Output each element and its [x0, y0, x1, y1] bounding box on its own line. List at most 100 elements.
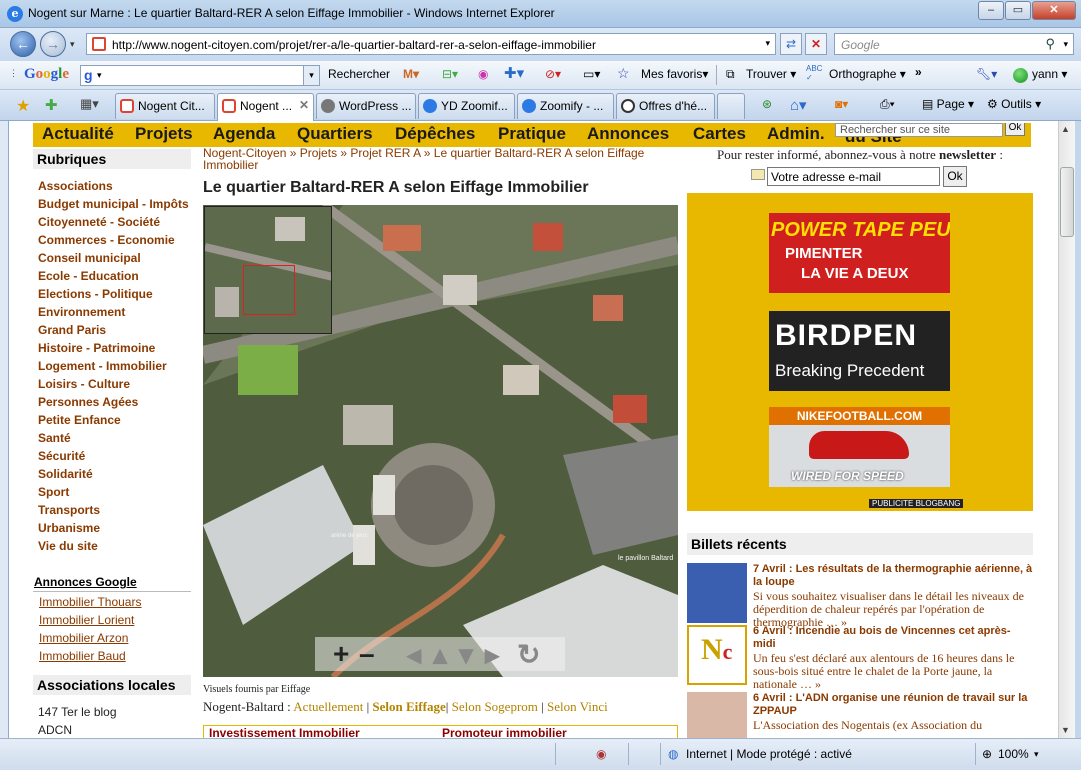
- star-icon[interactable]: ☆: [617, 65, 630, 82]
- site-search-ok-button[interactable]: Ok: [1005, 123, 1025, 136]
- history-dropdown-icon[interactable]: ▾: [70, 39, 75, 50]
- tab-wordpress[interactable]: WordPress ...: [316, 93, 416, 119]
- pan-left-icon[interactable]: ◂: [407, 638, 421, 671]
- print-icon[interactable]: ⎙▾: [880, 97, 895, 112]
- link-selon-vinci[interactable]: Selon Vinci: [547, 699, 608, 714]
- new-tab-button[interactable]: [717, 93, 745, 119]
- popup-blocker-icon[interactable]: ⊘▾: [545, 67, 561, 81]
- tab-offres[interactable]: Offres d'hé...: [616, 93, 715, 119]
- nav-cartes[interactable]: Cartes: [693, 124, 746, 144]
- favorites-star-icon[interactable]: ★: [16, 96, 30, 116]
- spelling-button[interactable]: Orthographe ▾: [829, 67, 906, 81]
- nav-admin[interactable]: Admin.: [767, 124, 825, 144]
- user-menu[interactable]: yann ▾: [1032, 67, 1067, 81]
- search-icon[interactable]: ⚲: [1045, 36, 1055, 52]
- rubrique-link[interactable]: Budget municipal - Impôts: [38, 197, 189, 211]
- maximize-button[interactable]: ▭: [1005, 1, 1031, 20]
- pan-right-icon[interactable]: ▸: [485, 638, 499, 671]
- nav-quartiers[interactable]: Quartiers: [297, 124, 373, 144]
- rss-icon[interactable]: ◙▾: [835, 97, 848, 111]
- nav-agenda[interactable]: Agenda: [213, 124, 275, 144]
- scroll-thumb[interactable]: [1060, 167, 1074, 237]
- zoom-level[interactable]: 100%: [998, 747, 1029, 761]
- refresh-icon[interactable]: ⇄: [780, 33, 802, 55]
- billet-headline[interactable]: 6 Avril : L'ADN organise une réunion de …: [753, 692, 1033, 718]
- rubrique-link[interactable]: Petite Enfance: [38, 413, 121, 427]
- ad-link-investissement[interactable]: Investissement Immobilier: [209, 726, 360, 738]
- home-icon[interactable]: ⌂▾: [790, 96, 807, 114]
- site-search-input[interactable]: Rechercher sur ce site: [835, 123, 1003, 137]
- pan-down-icon[interactable]: ▾: [459, 638, 473, 671]
- assoc-link[interactable]: ADCN: [38, 723, 72, 737]
- zoom-out-icon[interactable]: –: [359, 638, 375, 670]
- bookmark-icon[interactable]: ⊟▾: [442, 67, 458, 81]
- gmail-icon[interactable]: M▾: [403, 67, 419, 81]
- assoc-link[interactable]: 147 Ter le blog: [38, 705, 117, 719]
- rubrique-link[interactable]: Elections - Politique: [38, 287, 153, 301]
- find-button[interactable]: Trouver ▾: [746, 67, 796, 81]
- zoom-icon[interactable]: ⊕: [982, 747, 992, 761]
- rubrique-link[interactable]: Personnes Agées: [38, 395, 138, 409]
- minimize-button[interactable]: –: [978, 1, 1004, 20]
- rubrique-link[interactable]: Sécurité: [38, 449, 85, 463]
- aerial-map-viewer[interactable]: le pavillon Baltard arène de jeux + – ◂ …: [203, 205, 678, 677]
- rubrique-link[interactable]: Conseil municipal: [38, 251, 141, 265]
- close-tab-icon[interactable]: ✕: [299, 98, 309, 112]
- annonce-link[interactable]: Immobilier Arzon: [39, 631, 128, 645]
- more-chevron[interactable]: »: [915, 65, 922, 79]
- reset-view-icon[interactable]: ↻: [517, 638, 540, 671]
- add-icon[interactable]: ✚▾: [504, 64, 524, 82]
- nav-pratique[interactable]: Pratique: [498, 124, 566, 144]
- tab-zoomify[interactable]: Zoomify - ...: [517, 93, 614, 119]
- privacy-icon[interactable]: ◉: [596, 747, 606, 761]
- ad-link-promoteur[interactable]: Promoteur immobilier: [442, 726, 567, 738]
- input-dropdown-icon[interactable]: ▾: [97, 70, 102, 81]
- zoom-dropdown-icon[interactable]: ▾: [1034, 749, 1039, 760]
- billet-headline[interactable]: 6 Avril : Incendie au bois de Vincennes …: [753, 625, 1033, 651]
- rubrique-link[interactable]: Grand Paris: [38, 323, 106, 337]
- add-favorites-icon[interactable]: ✚: [45, 96, 58, 114]
- rubrique-link[interactable]: Loisirs - Culture: [38, 377, 130, 391]
- rubrique-link[interactable]: Santé: [38, 431, 71, 445]
- annonce-link[interactable]: Immobilier Lorient: [39, 613, 134, 627]
- minimap-viewport[interactable]: [243, 265, 295, 315]
- nav-annonces[interactable]: Annonces: [587, 124, 669, 144]
- pan-up-icon[interactable]: ▴: [433, 638, 447, 671]
- rubrique-link[interactable]: Commerces - Economie: [38, 233, 175, 247]
- link-selon-eiffage[interactable]: Selon Eiffage: [372, 699, 445, 714]
- rubrique-link[interactable]: Sport: [38, 485, 69, 499]
- fill-icon[interactable]: ▭▾: [583, 67, 600, 81]
- google-history-dropdown[interactable]: ▾: [303, 66, 319, 85]
- back-button[interactable]: ←: [10, 31, 36, 57]
- annonce-link[interactable]: Immobilier Thouars: [39, 595, 141, 609]
- ad-birdpen[interactable]: BIRDPEN Breaking Precedent: [769, 311, 950, 391]
- annonces-google-heading[interactable]: Annonces Google: [33, 575, 191, 592]
- search-dropdown-icon[interactable]: ▾: [1063, 39, 1068, 50]
- zoom-in-icon[interactable]: +: [333, 638, 349, 670]
- rubrique-link[interactable]: Histoire - Patrimoine: [38, 341, 155, 355]
- ad-power-tape[interactable]: POWER TAPE PEUT PIMENTER LA VIE A DEUX: [769, 213, 950, 293]
- rubrique-link[interactable]: Urbanisme: [38, 521, 100, 535]
- stop-icon[interactable]: ✕: [805, 33, 827, 55]
- rubrique-link[interactable]: Transports: [38, 503, 100, 517]
- nav-projets[interactable]: Projets: [135, 124, 193, 144]
- close-window-button[interactable]: ✕: [1032, 1, 1076, 20]
- rubrique-link[interactable]: Citoyenneté - Société: [38, 215, 160, 229]
- feeds-icon[interactable]: ⊛: [762, 97, 772, 111]
- scroll-down-icon[interactable]: ▼: [1061, 725, 1070, 735]
- tab-ydzoomify[interactable]: YD Zoomif...: [418, 93, 515, 119]
- quick-tabs-icon[interactable]: ▦▾: [80, 96, 99, 112]
- tab-nogent-citoyen[interactable]: Nogent Cit...: [115, 93, 215, 119]
- nav-actualite[interactable]: Actualité: [42, 124, 114, 144]
- rubrique-link[interactable]: Logement - Immobilier: [38, 359, 167, 373]
- vertical-scrollbar[interactable]: ▲ ▼: [1058, 121, 1075, 738]
- overview-minimap[interactable]: [204, 206, 332, 334]
- rubrique-link[interactable]: Associations: [38, 179, 113, 193]
- rubrique-link[interactable]: Ecole - Education: [38, 269, 139, 283]
- link-selon-sogeprom[interactable]: Selon Sogeprom: [452, 699, 538, 714]
- google-search-button[interactable]: Rechercher: [328, 67, 390, 81]
- picasa-icon[interactable]: ◉: [478, 67, 488, 81]
- rubrique-link[interactable]: Environnement: [38, 305, 125, 319]
- page-menu[interactable]: ▤ Page ▾: [922, 97, 974, 111]
- link-actuellement[interactable]: Actuellement: [293, 699, 363, 714]
